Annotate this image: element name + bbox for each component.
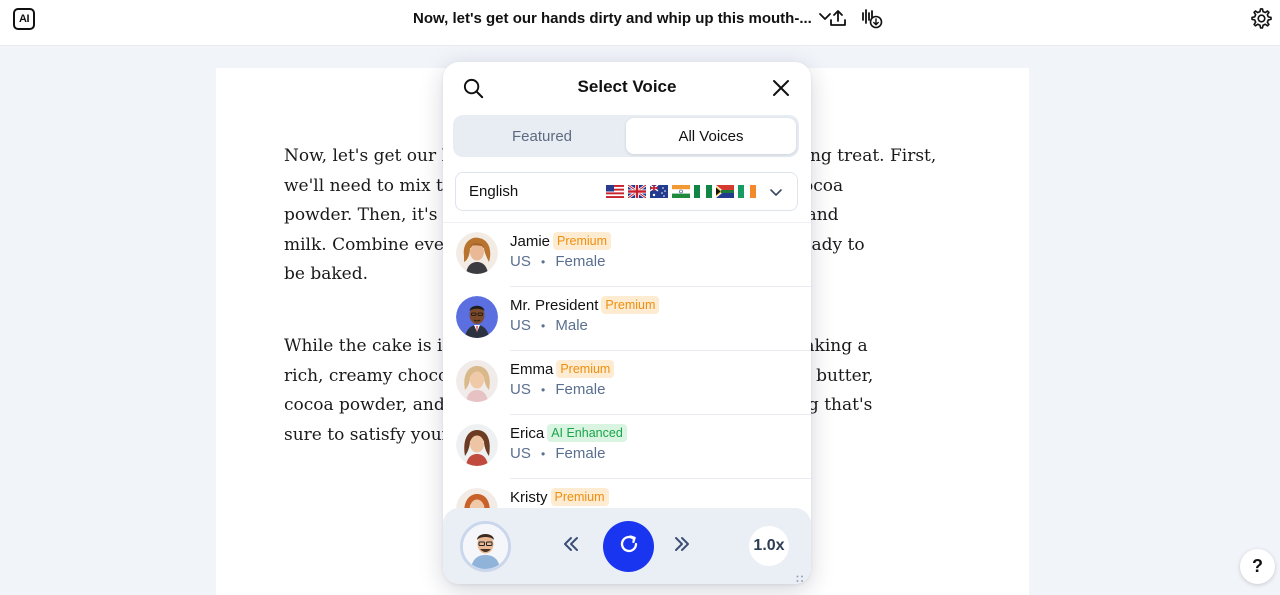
language-flags — [606, 185, 756, 198]
voice-gender: Female — [555, 381, 606, 398]
voice-region: US — [510, 445, 531, 462]
forward-icon[interactable] — [672, 534, 692, 559]
meta-separator: • — [541, 319, 546, 333]
voice-item-emma[interactable]: Emma Premium US • Female — [443, 351, 811, 415]
ai-logo-icon[interactable]: AI — [13, 8, 35, 30]
tab-all-voices[interactable]: All Voices — [626, 118, 796, 154]
premium-badge: Premium — [601, 296, 660, 314]
voice-name: Erica — [510, 425, 545, 442]
voice-region: US — [510, 381, 531, 398]
play-button[interactable] — [603, 521, 654, 572]
tab-featured[interactable]: Featured — [457, 118, 627, 154]
playback-speed-button[interactable]: 1.0x — [749, 526, 789, 566]
voice-tabs: Featured All Voices — [453, 115, 799, 157]
audio-download-icon[interactable] — [861, 7, 883, 29]
meta-separator: • — [541, 383, 546, 397]
ie-flag-icon — [738, 185, 756, 198]
voice-region: US — [510, 317, 531, 334]
player-bar: 1.0x — [443, 508, 811, 584]
voice-gender: Male — [555, 317, 588, 334]
voice-item-mr-president[interactable]: Mr. President Premium US • Male — [443, 287, 811, 351]
voice-name: Jamie — [510, 233, 551, 250]
language-label: English — [469, 183, 519, 200]
uk-flag-icon — [628, 185, 646, 198]
voice-list: Jamie Premium US • Female Mr. President Pr… — [443, 222, 811, 509]
current-voice-avatar[interactable] — [460, 521, 511, 572]
gear-icon[interactable] — [1250, 7, 1273, 30]
premium-badge: Premium — [553, 232, 612, 250]
voice-item-erica[interactable]: Erica AI Enhanced US • Female — [443, 415, 811, 479]
za-flag-icon — [716, 185, 734, 198]
chevron-down-icon — [769, 185, 783, 203]
document-title: Now, let's get our hands dirty and whip … — [413, 9, 812, 27]
document-title-dropdown[interactable]: Now, let's get our hands dirty and whip … — [413, 8, 832, 28]
voice-name: Mr. President — [510, 297, 599, 314]
language-select[interactable]: English — [455, 172, 798, 211]
au-flag-icon — [650, 185, 668, 198]
voice-gender: Female — [555, 445, 606, 462]
meta-separator: • — [541, 447, 546, 461]
voice-region: US — [510, 253, 531, 270]
voice-name: Kristy — [510, 489, 548, 506]
ng-flag-icon — [694, 185, 712, 198]
avatar — [456, 360, 498, 402]
voice-gender: Female — [555, 253, 606, 270]
avatar — [456, 232, 498, 274]
avatar — [456, 488, 498, 509]
panel-title: Select Voice — [577, 77, 677, 96]
avatar — [456, 424, 498, 466]
voice-item-jamie[interactable]: Jamie Premium US • Female — [443, 223, 811, 287]
meta-separator: • — [541, 255, 546, 269]
panel-header: Select Voice — [443, 62, 811, 114]
refresh-play-icon — [617, 532, 641, 561]
select-voice-panel: Select Voice Featured All Voices English — [443, 62, 811, 584]
voice-item-kristy[interactable]: Kristy Premium — [443, 479, 811, 509]
rewind-icon[interactable] — [561, 534, 581, 559]
close-icon[interactable] — [771, 78, 791, 98]
us-flag-icon — [606, 185, 624, 198]
premium-badge: Premium — [556, 360, 615, 378]
ai-enhanced-badge: AI Enhanced — [547, 424, 627, 442]
in-flag-icon — [672, 185, 690, 198]
drag-handle-icon[interactable] — [796, 570, 804, 584]
avatar — [456, 296, 498, 338]
top-bar: AI Now, let's get our hands dirty and wh… — [0, 0, 1280, 46]
premium-badge: Premium — [550, 488, 609, 506]
voice-name: Emma — [510, 361, 554, 378]
help-button[interactable]: ? — [1240, 549, 1275, 584]
upload-icon[interactable] — [828, 8, 848, 28]
